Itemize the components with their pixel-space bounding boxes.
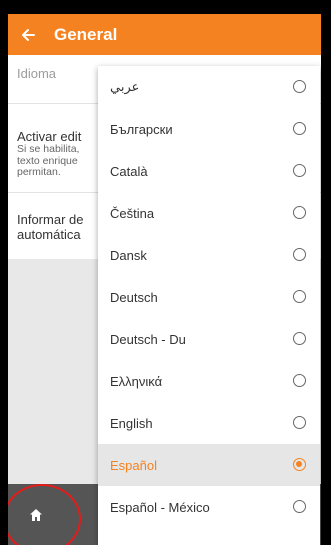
- language-option[interactable]: Català: [98, 150, 320, 192]
- language-option-label: Deutsch: [110, 289, 158, 305]
- radio-button[interactable]: [293, 248, 306, 261]
- language-option[interactable]: Čeština: [98, 192, 320, 234]
- home-icon: [30, 508, 42, 521]
- setting-language-label: Idioma: [17, 66, 57, 81]
- language-option-label: عربي: [110, 79, 140, 94]
- language-dialog: عربي Български Català Čeština Dansk Deut…: [98, 66, 320, 545]
- language-option-label: English: [110, 415, 153, 431]
- language-option-label: Español - México: [110, 499, 210, 515]
- setting-rich-text-label: Activar edit: [17, 129, 82, 144]
- app-bar: General: [8, 14, 321, 55]
- language-option[interactable]: Български: [98, 108, 320, 150]
- radio-button[interactable]: [293, 374, 306, 387]
- arrow-left-icon: [22, 28, 35, 41]
- language-option[interactable]: Dansk: [98, 234, 320, 276]
- radio-button[interactable]: [293, 500, 306, 513]
- language-option[interactable]: Ελληνικά: [98, 360, 320, 402]
- language-option-label: Ελληνικά: [110, 373, 163, 389]
- phone-screen: General Idioma Activar edit Si se habili…: [0, 0, 331, 545]
- radio-button-selected[interactable]: [293, 458, 306, 471]
- language-option[interactable]: Español - México: [98, 486, 320, 528]
- app-window: General Idioma Activar edit Si se habili…: [8, 14, 321, 545]
- language-option[interactable]: عربي: [98, 66, 320, 108]
- home-button[interactable]: [8, 484, 64, 545]
- language-option-label: Deutsch - Du: [110, 331, 186, 347]
- language-option-label: Български: [110, 121, 173, 137]
- radio-button[interactable]: [293, 290, 306, 303]
- language-option-selected[interactable]: Español: [98, 444, 320, 486]
- language-option[interactable]: English: [98, 402, 320, 444]
- language-option-label: Dansk: [110, 247, 147, 263]
- radio-button[interactable]: [293, 80, 306, 93]
- setting-rich-text-description: Si se habilita, texto enrique permitan.: [17, 143, 80, 178]
- language-option[interactable]: Deutsch - Du: [98, 318, 320, 360]
- radio-button[interactable]: [293, 416, 306, 429]
- radio-button[interactable]: [293, 122, 306, 135]
- language-option[interactable]: Deutsch: [98, 276, 320, 318]
- radio-button[interactable]: [293, 206, 306, 219]
- radio-button[interactable]: [293, 332, 306, 345]
- page-title: General: [54, 24, 118, 44]
- language-option-label: Čeština: [110, 205, 155, 221]
- back-button[interactable]: [8, 14, 48, 55]
- language-option-label: Català: [110, 163, 148, 179]
- language-option-label: Español: [110, 457, 157, 473]
- radio-button[interactable]: [293, 164, 306, 177]
- setting-report-label: Informar de automática: [17, 212, 84, 242]
